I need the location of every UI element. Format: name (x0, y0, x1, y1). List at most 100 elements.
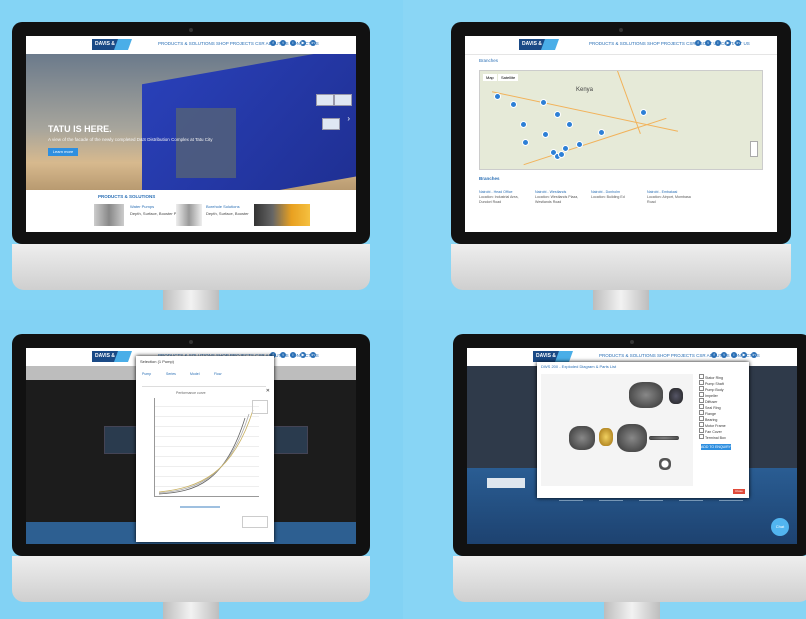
youtube-icon[interactable]: ▶ (300, 352, 306, 358)
facebook-icon[interactable]: f (270, 40, 276, 46)
instagram-icon[interactable]: i (290, 40, 296, 46)
monitor-bezel: DAVIS & SHIRTLIFF PRODUCTS & SOLUTIONS S… (12, 22, 370, 244)
add-to-enquiry-button[interactable]: ADD TO ENQUIRY (701, 444, 731, 450)
quadrant-parts-diagram: DAVIS & SHIRTLIFF PRODUCTS & SOLUTIONS S… (403, 310, 806, 619)
monitor-bezel: DAVIS & SHIRTLIFF PRODUCTS & SOLUTIONS S… (12, 334, 370, 556)
pump-casing-part (569, 426, 595, 450)
social-links: f t i ▶ in (711, 352, 757, 358)
building-annex (176, 108, 236, 178)
branch-details: Location: Industrial Area, Dundori Road (479, 195, 519, 204)
twitter-icon[interactable]: t (280, 40, 286, 46)
equipment-image (254, 204, 310, 226)
site-logo[interactable]: DAVIS & SHIRTLIFF (533, 351, 574, 368)
quadrant-homepage: DAVIS & SHIRTLIFF PRODUCTS & SOLUTIONS S… (0, 0, 403, 310)
facebook-icon[interactable]: f (695, 40, 701, 46)
linkedin-icon[interactable]: in (310, 40, 316, 46)
branch-column: Nairobi - Donholm Location: Building Ed (591, 190, 639, 200)
selector-series[interactable]: Series (166, 372, 176, 376)
product-title: Borehole Solutions (206, 204, 240, 209)
camera-icon (189, 28, 193, 32)
branch-pin[interactable] (554, 111, 561, 118)
branch-details: Location: Westlands Plaza, Westlands Roa… (535, 195, 579, 204)
product-borehole[interactable]: Borehole Solutions Depth, Surface, Booste… (206, 204, 249, 216)
zoom-controls[interactable] (750, 141, 758, 157)
bottom-legend (242, 516, 268, 528)
monitor-neck (593, 290, 649, 310)
breadcrumb[interactable]: Branches (479, 58, 498, 63)
hero-learn-more-button[interactable]: Learn more (48, 148, 78, 156)
monitor-screen: DAVIS & SHIRTLIFF PRODUCTS & SOLUTIONS S… (26, 36, 356, 232)
site-logo[interactable]: DAVIS & SHIRTLIFF (92, 39, 133, 56)
branch-pin[interactable] (520, 121, 527, 128)
linkedin-icon[interactable]: in (751, 352, 757, 358)
pump-body-part (617, 424, 647, 452)
monitor-screen: DAVIS & SHIRTLIFF PRODUCTS & SOLUTIONS S… (467, 348, 797, 544)
instagram-icon[interactable]: i (715, 40, 721, 46)
branch-pin[interactable] (494, 93, 501, 100)
branch-pin[interactable] (522, 139, 529, 146)
instagram-icon[interactable]: i (290, 352, 296, 358)
part-checkbox[interactable]: Terminal Box (699, 434, 726, 440)
twitter-icon[interactable]: t (280, 352, 286, 358)
pump-impeller-part (599, 428, 613, 446)
branch-column: Nairobi - Embakasi Location: Airport, Mom… (647, 190, 695, 205)
twitter-icon[interactable]: t (705, 40, 711, 46)
chevron-right-icon[interactable]: › (347, 114, 350, 123)
linkedin-icon[interactable]: in (310, 352, 316, 358)
map-tab[interactable]: Map (483, 74, 497, 81)
dialog-title: DWS 200 - Exploded Diagram & Parts List (541, 364, 617, 369)
branch-pin[interactable] (510, 101, 517, 108)
instagram-icon[interactable]: i (731, 352, 737, 358)
building-window (316, 94, 334, 106)
branch-pin[interactable] (640, 109, 647, 116)
logo-text: DAVIS & SHIRTLIFF (522, 41, 548, 56)
monitor-bezel: DAVIS & SHIRTLIFF PRODUCTS & SOLUTIONS S… (453, 334, 806, 556)
selector-pump[interactable]: Pump (142, 372, 151, 376)
youtube-icon[interactable]: ▶ (300, 40, 306, 46)
monitor-chin (453, 556, 806, 602)
site-logo[interactable]: DAVIS & SHIRTLIFF (92, 351, 133, 368)
secondary-chart-caption (180, 506, 220, 508)
linkedin-icon[interactable]: in (735, 40, 741, 46)
monitor-neck (604, 602, 660, 619)
branch-details: Location: Building Ed (591, 195, 625, 199)
monitor-chin (12, 556, 370, 602)
hero-subtitle: A view of the facade of the newly comple… (48, 137, 213, 142)
youtube-icon[interactable]: ▶ (741, 352, 747, 358)
performance-chart[interactable] (154, 398, 259, 497)
selector-inputs[interactable] (142, 380, 266, 387)
social-links: f t i ▶ in (270, 40, 316, 46)
part-label: Terminal Box (705, 436, 726, 440)
selector-flow[interactable]: Flow (214, 372, 221, 376)
map-road (609, 71, 641, 134)
close-button[interactable]: Close (733, 489, 745, 494)
chat-button[interactable]: Chat (771, 518, 789, 536)
camera-icon (630, 340, 634, 344)
twitter-icon[interactable]: t (721, 352, 727, 358)
chart-caption: Performance curve (176, 391, 206, 395)
satellite-tab[interactable]: Satellite (498, 74, 519, 81)
dialog-title: Selection (1 Pump) (140, 359, 175, 364)
site-nav: DAVIS & SHIRTLIFF PRODUCTS & SOLUTIONS S… (26, 36, 356, 56)
pump-fan-part (669, 388, 683, 404)
branch-pin[interactable] (576, 141, 583, 148)
close-icon[interactable]: ✕ (266, 388, 270, 394)
branch-pin[interactable] (566, 121, 573, 128)
facebook-icon[interactable]: f (711, 352, 717, 358)
branch-pin[interactable] (542, 131, 549, 138)
chart-legend (252, 400, 268, 414)
branch-pin[interactable] (598, 129, 605, 136)
building-window (322, 118, 340, 130)
branch-pin[interactable] (558, 151, 565, 158)
hero-banner: TATU IS HERE. A view of the facade of th… (26, 54, 356, 190)
branches-map[interactable]: Map Satellite Kenya (479, 70, 763, 170)
pump-shaft-part (649, 436, 679, 440)
borehole-image (176, 204, 202, 226)
map-country-label: Kenya (576, 87, 594, 93)
site-logo[interactable]: DAVIS & SHIRTLIFF (519, 39, 560, 56)
performance-curve (158, 409, 254, 495)
camera-icon (619, 28, 623, 32)
branch-pin[interactable] (540, 99, 547, 106)
youtube-icon[interactable]: ▶ (725, 40, 731, 46)
selector-model[interactable]: Model (190, 372, 200, 376)
